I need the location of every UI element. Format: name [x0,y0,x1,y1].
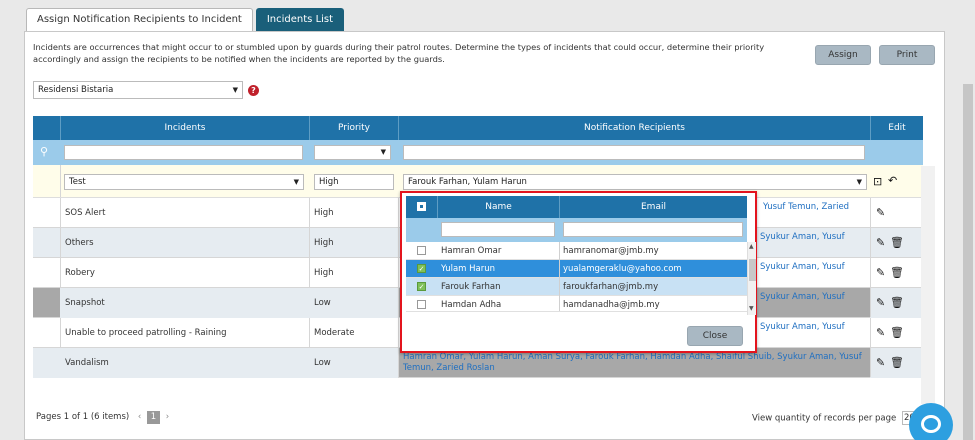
edit-icon[interactable]: ✎ [876,356,885,369]
picker-filter-row [406,218,747,242]
edit-icon[interactable]: ✎ [876,236,885,249]
list-item[interactable]: Hamdan Adha hamdanadha@jmb.my [406,296,747,312]
row-priority: High [314,208,334,218]
assign-button[interactable]: Assign [815,45,871,65]
chevron-down-icon: ▼ [380,148,386,156]
picker-header-email[interactable]: Email [559,196,747,218]
chevron-down-icon: ▼ [856,178,862,186]
row-incident: Vandalism [60,348,309,378]
page-scrollbar[interactable] [963,84,973,440]
next-page-icon[interactable]: › [166,412,169,422]
edit-icon[interactable]: ✎ [876,296,885,309]
grid-header: Incidents Priority Notification Recipien… [33,116,923,140]
page-description: Incidents are occurrences that might occ… [33,42,765,64]
row-recipients[interactable]: Syukur Aman, Yusuf [760,232,845,243]
close-button[interactable]: Close [687,326,743,346]
row-recipients[interactable]: Hamran Omar, Yulam Harun, Aman Surya, Fa… [403,352,863,374]
person-name: Yulam Harun [441,264,496,274]
recipients-edit-select[interactable]: Farouk Farhan, Yulam Harun ▼ [403,174,867,190]
list-item[interactable]: ✓ Yulam Harun yualamgeraklu@yahoo.com [406,260,747,278]
person-name: Farouk Farhan [441,282,501,292]
select-all-checkbox[interactable] [417,202,426,211]
name-filter-input[interactable] [441,222,555,237]
help-icon[interactable]: ? [248,85,259,96]
row-priority: Moderate [314,328,355,338]
pager-summary: Pages 1 of 1 (6 items) [36,412,130,422]
list-item[interactable]: Hamran Omar hamranomar@jmb.my [406,242,747,260]
row-priority: High [314,268,334,278]
row-incident: Unable to proceed patrolling - Raining [65,328,227,338]
delete-icon[interactable]: 🗑 [890,236,904,249]
row-checkbox[interactable]: ✓ [417,282,426,291]
row-checkbox[interactable] [417,246,426,255]
chevron-down-icon: ▼ [293,178,299,186]
picker-header-name[interactable]: Name [437,196,559,218]
undo-icon[interactable]: ↶ [888,174,897,187]
page-size-label: View quantity of records per page [752,413,897,424]
save-icon[interactable]: ⊡ [873,175,882,188]
delete-icon[interactable]: 🗑 [890,296,904,309]
pagination: Pages 1 of 1 (6 items) ‹ 1 › [36,411,169,424]
select-all-cell [406,196,437,218]
tab-bar: Assign Notification Recipients to Incide… [26,8,347,31]
picker-header: Name Email [406,196,747,218]
chat-launcher[interactable] [909,403,953,440]
delete-icon[interactable]: 🗑 [890,326,904,339]
list-item[interactable]: ✓ Farouk Farhan faroukfarhan@jmb.my [406,278,747,296]
row-recipients[interactable]: Syukur Aman, Yusuf [760,322,845,333]
recipients-filter-input[interactable] [403,145,865,160]
person-email: hamdanadha@jmb.my [563,300,660,310]
row-incident: SOS Alert [65,208,106,218]
chevron-down-icon: ▼ [232,86,238,94]
delete-icon[interactable]: 🗑 [890,356,904,369]
row-recipients[interactable]: Yusuf Temun, Zaried [763,202,849,213]
tab-incidents-list[interactable]: Incidents List [255,8,345,31]
row-priority: High [314,238,334,248]
site-select[interactable]: Residensi Bistaria ▼ [33,81,243,99]
scroll-thumb[interactable] [749,259,756,281]
page-size-control: View quantity of records per page 200 [752,411,922,425]
edit-icon[interactable]: ✎ [876,206,885,219]
recipient-picker-popup: Name Email Hamran Omar hamranomar@jmb.my… [400,191,757,353]
person-name: Hamran Omar [441,246,502,256]
edit-icon[interactable]: ✎ [876,266,885,279]
incident-edit-select[interactable]: Test ▼ [64,174,304,190]
print-button[interactable]: Print [879,45,935,65]
header-blank [33,116,60,140]
person-name: Hamdan Adha [441,300,502,310]
chat-bubble-icon [921,415,941,433]
priority-edit-input[interactable]: High [314,174,394,190]
scroll-down-icon[interactable]: ▼ [749,305,754,312]
row-priority: Low [309,288,398,318]
filter-row: ⚲ ▼ [33,140,923,165]
prev-page-icon[interactable]: ‹ [138,412,141,422]
person-email: faroukfarhan@jmb.my [563,282,659,292]
tab-assign-recipients[interactable]: Assign Notification Recipients to Incide… [26,8,253,31]
site-select-value: Residensi Bistaria [38,85,114,95]
row-priority: Low [309,348,398,378]
header-edit: Edit [870,116,923,140]
delete-icon[interactable]: 🗑 [890,266,904,279]
row-incident: Snapshot [60,288,309,318]
incident-filter-input[interactable] [64,145,303,160]
row-incident: Others [65,238,94,248]
person-email: hamranomar@jmb.my [563,246,659,256]
row-recipients[interactable]: Syukur Aman, Yusuf [760,262,845,273]
header-incidents[interactable]: Incidents [60,116,309,140]
row-checkbox[interactable] [417,300,426,309]
priority-filter-select[interactable]: ▼ [314,145,391,160]
row-recipients[interactable]: Syukur Aman, Yusuf [760,292,845,303]
header-recipients[interactable]: Notification Recipients [398,116,870,140]
scroll-up-icon[interactable]: ▲ [749,243,754,250]
search-icon: ⚲ [40,145,49,158]
person-email: yualamgeraklu@yahoo.com [563,264,682,274]
header-priority[interactable]: Priority [309,116,398,140]
grid-scrollbar[interactable] [921,166,935,404]
email-filter-input[interactable] [563,222,743,237]
picker-scrollbar[interactable]: ▲ ▼ [747,242,756,315]
page-number-button[interactable]: 1 [147,411,161,424]
row-checkbox[interactable]: ✓ [417,264,426,273]
row-incident: Robery [65,268,95,278]
edit-icon[interactable]: ✎ [876,326,885,339]
